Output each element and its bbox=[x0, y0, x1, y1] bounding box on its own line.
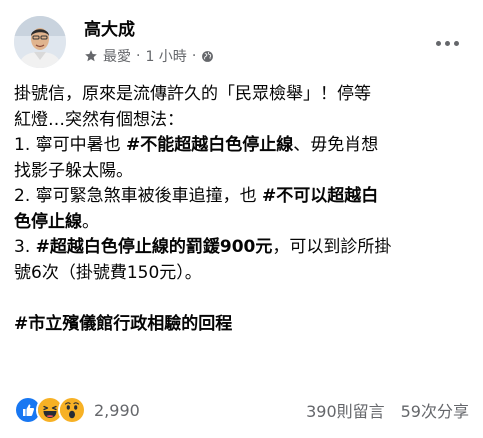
meta-separator: · bbox=[136, 48, 141, 64]
comments-count-link[interactable]: 390則留言 bbox=[306, 398, 385, 422]
more-dot-icon bbox=[453, 40, 459, 46]
post-text-line: 色停止線。 bbox=[14, 210, 476, 236]
post-text-line: 找影子躲太陽。 bbox=[14, 159, 476, 185]
hashtag-text[interactable]: #超越白色停止線的罰鍰900元 bbox=[36, 237, 273, 257]
hashtag-text[interactable]: #不可以超越白 bbox=[262, 186, 378, 206]
avatar-photo bbox=[14, 16, 66, 68]
globe-icon[interactable] bbox=[201, 50, 214, 63]
post-text-segment: 、毋免肖想 bbox=[293, 135, 379, 155]
reaction-count: 2,990 bbox=[94, 400, 140, 420]
post-text-line: 2. 寧可緊急煞車被後車追撞，也 #不可以超越白 bbox=[14, 184, 476, 210]
hashtag-text[interactable]: #市立殯儀館行政相驗的回程 bbox=[14, 314, 232, 334]
post-meta: 最愛 · 1 小時 · bbox=[84, 46, 214, 66]
post-text-segment: 。 bbox=[82, 211, 99, 232]
reactions-summary[interactable]: 2,990 bbox=[14, 396, 140, 424]
post-text-line bbox=[14, 286, 476, 312]
post-text-segment: 1. 寧可中暑也 bbox=[14, 135, 127, 155]
audience-label[interactable]: 最愛 bbox=[103, 46, 131, 66]
post-timestamp[interactable]: 1 小時 bbox=[145, 46, 186, 66]
author-avatar[interactable] bbox=[14, 16, 66, 68]
wow-icon bbox=[58, 396, 86, 424]
post-text-segment: 3. bbox=[14, 237, 36, 257]
hashtag-text[interactable]: #不能超越白色停止線 bbox=[126, 135, 293, 155]
post-text-line: #市立殯儀館行政相驗的回程 bbox=[14, 312, 476, 338]
post-text-line: 號6次（掛號費150元）。 bbox=[14, 261, 476, 287]
post-text-line: 3. #超越白色停止線的罰鍰900元，可以到診所掛 bbox=[14, 235, 476, 261]
post-text-line: 紅燈…突然有個想法： bbox=[14, 108, 476, 134]
post-text-segment: ，可以到診所掛 bbox=[272, 237, 392, 257]
post-author-name[interactable]: 高大成 bbox=[84, 19, 135, 41]
post-text-line: 掛號信，原來是流傳許久的「民眾檢舉」！停等 bbox=[14, 82, 476, 108]
more-dot-icon bbox=[435, 40, 441, 46]
post-text-segment: 2. 寧可緊急煞車被後車追撞，也 bbox=[14, 186, 263, 206]
post-text-line: 1. 寧可中暑也 #不能超越白色停止線、毋免肖想 bbox=[14, 133, 476, 159]
star-icon bbox=[85, 50, 97, 62]
post-text: 掛號信，原來是流傳許久的「民眾檢舉」！停等 紅燈…突然有個想法： 1. 寧可中暑也 … bbox=[14, 82, 476, 338]
meta-separator-2: · bbox=[191, 48, 197, 64]
hashtag-text: 色停止線 bbox=[14, 211, 82, 232]
shares-count-link[interactable]: 59次分享 bbox=[401, 398, 469, 422]
post-text-segment: 找影子躲太陽。 bbox=[14, 160, 133, 181]
more-options-button[interactable] bbox=[429, 34, 465, 52]
post-text-segment: 號6次（掛號費150元）。 bbox=[14, 262, 202, 283]
post-footer: 2,990 390則留言 59次分享 bbox=[14, 396, 469, 424]
more-dot-icon bbox=[444, 40, 450, 46]
post-text-segment: 紅燈…突然有個想法： bbox=[14, 109, 184, 130]
post-text-segment: 掛號信，原來是流傳許久的「民眾檢舉」！停等 bbox=[14, 84, 371, 104]
